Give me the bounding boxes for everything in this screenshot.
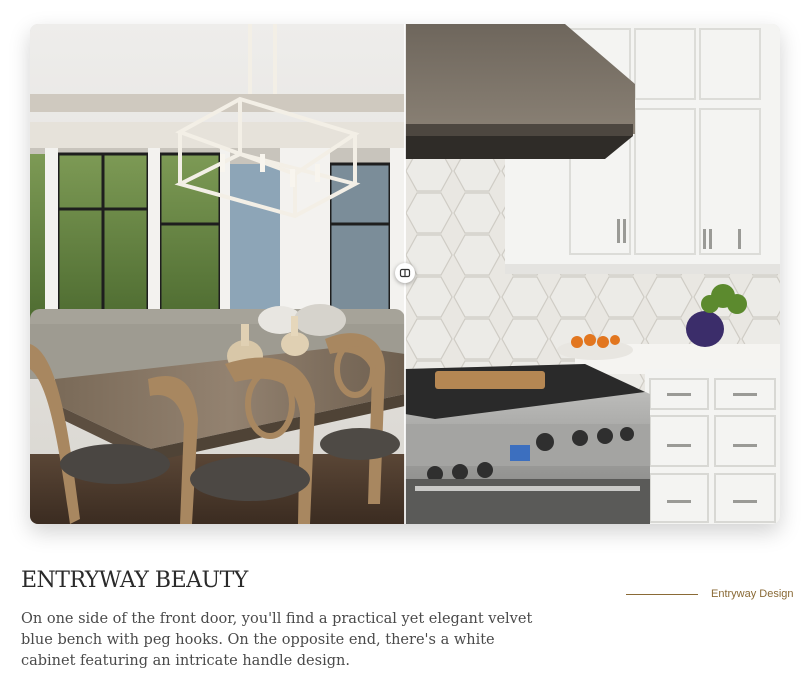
article-description: On one side of the front door, you'll fi…	[21, 611, 533, 669]
compare-slider-icon	[399, 264, 411, 283]
kitchen-image	[405, 24, 780, 524]
dining-room-image	[30, 24, 405, 524]
category-link[interactable]: Entryway Design	[711, 588, 794, 600]
article-title: ENTRYWAY BEAUTY	[21, 568, 248, 593]
compare-slider-handle[interactable]	[395, 263, 415, 283]
category-divider	[626, 594, 698, 595]
